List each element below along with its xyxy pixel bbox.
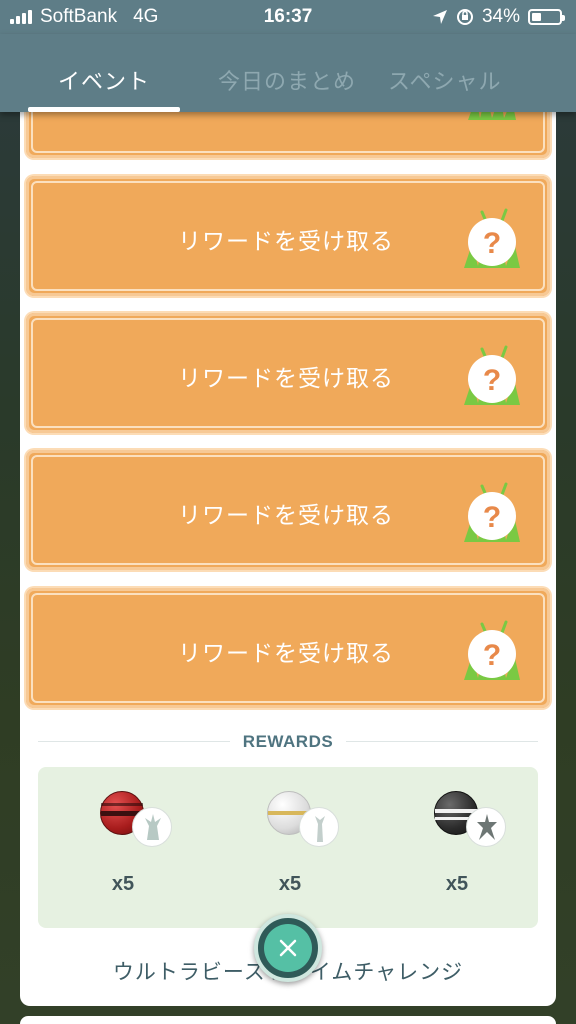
ultra-beast-silhouette-icon bbox=[132, 807, 172, 847]
orientation-lock-icon bbox=[456, 9, 473, 25]
mystery-reward-icon: ? bbox=[464, 482, 520, 542]
reward-item-2: x5 bbox=[255, 791, 365, 911]
tab-event[interactable]: イベント bbox=[58, 64, 150, 96]
close-button[interactable] bbox=[254, 914, 322, 982]
svg-text:?: ? bbox=[483, 639, 501, 672]
battery-icon bbox=[528, 9, 565, 25]
reward-item-1: x5 bbox=[88, 791, 198, 911]
active-tab-indicator bbox=[28, 107, 180, 112]
next-card-edge bbox=[20, 1016, 556, 1024]
mystery-reward-icon: ? bbox=[464, 208, 520, 268]
reward-quantity: x5 bbox=[445, 873, 469, 895]
reward-quantity: x5 bbox=[111, 873, 135, 895]
location-arrow-icon bbox=[432, 10, 447, 24]
tab-special[interactable]: スペシャル bbox=[388, 64, 501, 96]
battery-percent: 34% bbox=[481, 6, 520, 27]
challenge-card: ? リワードを受け取る ? リワードを受け取る ? リワードを受け取る ? bbox=[20, 100, 556, 1006]
rewards-title: REWARDS bbox=[242, 732, 334, 751]
svg-text:?: ? bbox=[483, 364, 501, 397]
close-icon bbox=[264, 924, 312, 972]
mystery-reward-icon: ? bbox=[464, 345, 520, 405]
status-right: 34% bbox=[432, 6, 565, 28]
ultra-beast-silhouette-icon bbox=[466, 807, 506, 847]
reward-item-3: x5 bbox=[422, 791, 532, 911]
rewards-box: x5 x5 x5 bbox=[38, 767, 538, 928]
ultra-beast-silhouette-icon bbox=[299, 807, 339, 847]
reward-button-2[interactable]: リワードを受け取る ? bbox=[26, 313, 550, 433]
reward-quantity: x5 bbox=[278, 873, 302, 895]
svg-text:?: ? bbox=[483, 501, 501, 534]
reward-button-3[interactable]: リワードを受け取る ? bbox=[26, 450, 550, 570]
reward-button-4[interactable]: リワードを受け取る ? bbox=[26, 588, 550, 708]
svg-text:?: ? bbox=[483, 227, 501, 260]
mystery-reward-icon: ? bbox=[464, 620, 520, 680]
status-bar: SoftBank 4G 16:37 34% bbox=[0, 0, 576, 34]
reward-button-1[interactable]: リワードを受け取る ? bbox=[26, 176, 550, 296]
tab-bar: イベント 今日のまとめ スペシャル bbox=[0, 34, 576, 112]
tab-today-summary[interactable]: 今日のまとめ bbox=[218, 64, 356, 96]
